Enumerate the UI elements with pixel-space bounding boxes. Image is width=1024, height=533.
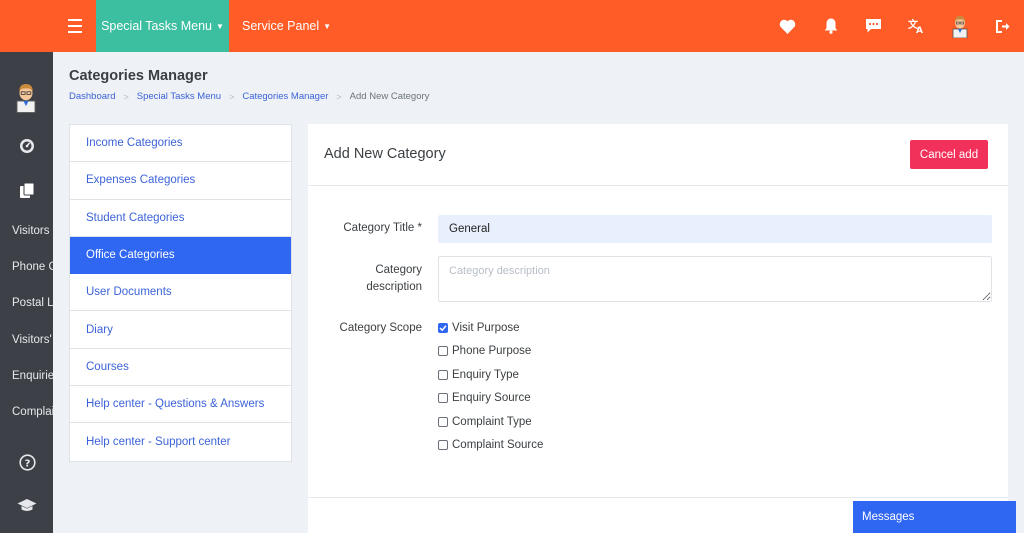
bell-icon[interactable] (809, 0, 852, 52)
service-panel-dropdown[interactable]: Service Panel ▼ (229, 0, 344, 52)
breadcrumb-current: Add New Category (349, 91, 430, 102)
category-diary[interactable]: Diary (70, 311, 291, 349)
sidebar-avatar[interactable] (13, 81, 39, 118)
hamburger-menu-icon[interactable] (53, 0, 96, 52)
scope-option-label: Complaint Source (452, 439, 544, 452)
checkbox[interactable] (438, 416, 448, 427)
chevron-right-icon: > (229, 91, 235, 102)
add-category-card: Add New Category Cancel add Category Tit… (308, 124, 1008, 533)
scope-option-label: Phone Purpose (452, 345, 532, 358)
chat-icon[interactable] (852, 0, 895, 52)
service-panel-label: Service Panel (242, 19, 320, 33)
card-title: Add New Category (324, 146, 446, 162)
card-footer-divider (308, 497, 1008, 498)
graduation-cap-icon[interactable] (17, 495, 37, 515)
sidebar-item-phone[interactable]: Phone C (12, 261, 53, 273)
scope-option-enquiry-type[interactable]: Enquiry Type (438, 363, 543, 387)
breadcrumb-special-tasks-menu[interactable]: Special Tasks Menu (137, 91, 221, 102)
checkbox[interactable] (438, 393, 448, 404)
category-office[interactable]: Office Categories (70, 236, 291, 275)
scope-option-label: Complaint Type (452, 415, 532, 428)
translate-icon[interactable]: 文A (895, 0, 938, 52)
user-avatar[interactable] (938, 0, 981, 52)
chevron-down-icon: ▼ (216, 21, 224, 31)
category-user-documents[interactable]: User Documents (70, 274, 291, 312)
category-description-label-line1: Category (375, 264, 422, 276)
category-scope-options: Visit Purpose Phone Purpose Enquiry Type… (438, 316, 543, 457)
category-title-label: Category Title * (343, 222, 422, 234)
logout-icon[interactable] (981, 0, 1024, 52)
heart-icon[interactable] (766, 0, 809, 52)
scope-option-label: Enquiry Type (452, 368, 519, 381)
breadcrumb-categories-manager[interactable]: Categories Manager (242, 91, 328, 102)
scope-option-complaint-source[interactable]: Complaint Source (438, 434, 543, 458)
category-courses[interactable]: Courses (70, 349, 291, 387)
category-scope-label: Category Scope (339, 322, 422, 334)
sidebar-item-complaints[interactable]: Complai (12, 406, 53, 418)
sidebar-item-postal[interactable]: Postal L (12, 297, 53, 309)
card-header: Add New Category Cancel add (308, 124, 1008, 186)
scope-option-visit-purpose[interactable]: Visit Purpose (438, 316, 543, 340)
chevron-right-icon: > (123, 91, 129, 102)
top-navbar: Special Tasks Menu ▼ Service Panel ▼ 文A (0, 0, 1024, 52)
help-question-icon[interactable]: ? (17, 452, 37, 472)
scope-option-label: Enquiry Source (452, 392, 531, 405)
checkbox[interactable] (438, 346, 448, 357)
special-tasks-menu-dropdown[interactable]: Special Tasks Menu ▼ (96, 0, 229, 52)
chevron-right-icon: > (336, 91, 342, 102)
category-title-input[interactable] (438, 215, 992, 243)
breadcrumb: Dashboard > Special Tasks Menu > Categor… (69, 91, 429, 102)
category-description-textarea[interactable] (438, 256, 992, 302)
scope-option-phone-purpose[interactable]: Phone Purpose (438, 340, 543, 364)
copy-files-icon[interactable] (17, 180, 37, 200)
sidebar-item-enquiries[interactable]: Enquirie (12, 370, 53, 382)
checkbox-checked[interactable] (438, 322, 448, 333)
svg-text:A: A (916, 26, 923, 34)
category-help-center-support[interactable]: Help center - Support center (70, 423, 291, 460)
cancel-add-button[interactable]: Cancel add (910, 140, 988, 169)
dashboard-gauge-icon[interactable] (17, 136, 37, 156)
scope-option-complaint-type[interactable]: Complaint Type (438, 410, 543, 434)
sidebar-item-visitors-book[interactable]: Visitors' (12, 334, 52, 346)
scope-option-enquiry-source[interactable]: Enquiry Source (438, 387, 543, 411)
checkbox[interactable] (438, 440, 448, 451)
left-sidebar: Visitors Phone C Postal L Visitors' Enqu… (0, 52, 53, 533)
messages-tab[interactable]: Messages (853, 501, 1016, 533)
category-income[interactable]: Income Categories (70, 125, 291, 163)
checkbox[interactable] (438, 369, 448, 380)
sidebar-item-visitors[interactable]: Visitors (12, 225, 50, 237)
breadcrumb-dashboard[interactable]: Dashboard (69, 91, 115, 102)
chevron-down-icon: ▼ (323, 21, 332, 31)
categories-list: Income Categories Expenses Categories St… (69, 124, 292, 462)
scope-option-label: Visit Purpose (452, 321, 520, 334)
category-student[interactable]: Student Categories (70, 200, 291, 237)
category-description-label: Category description (308, 262, 422, 296)
category-description-label-line2: description (366, 281, 422, 293)
svg-text:?: ? (24, 458, 30, 469)
page-title: Categories Manager (69, 68, 208, 84)
category-help-center-qa[interactable]: Help center - Questions & Answers (70, 386, 291, 424)
special-tasks-menu-label: Special Tasks Menu (101, 19, 212, 33)
category-expenses[interactable]: Expenses Categories (70, 162, 291, 200)
